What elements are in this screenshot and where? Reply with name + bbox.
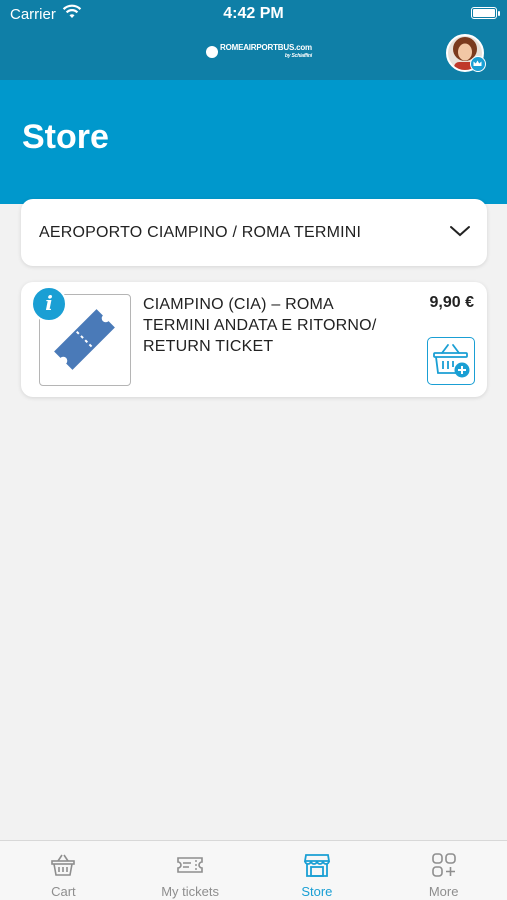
top-bar: Carrier 4:42 PM ROMEAIRPORTBUS.com by Sc… [0, 0, 507, 80]
tab-more-label: More [428, 884, 459, 899]
logo-text: ROMEAIRPORTBUS.com [220, 43, 312, 52]
add-to-cart-button[interactable] [427, 337, 475, 385]
tab-my-tickets-label: My tickets [161, 884, 220, 899]
logo-mark-icon [206, 46, 218, 58]
info-badge[interactable]: i [31, 286, 67, 322]
logo-subtext: by Schiaffini [284, 53, 312, 59]
store-icon [303, 851, 331, 879]
tab-bar: Cart My tickets Store More [0, 840, 507, 900]
tab-cart-label: Cart [51, 884, 76, 899]
product-title: CIAMPINO (CIA) – ROMA TERMINI ANDATA E R… [143, 296, 377, 355]
page-title: Store [22, 118, 109, 156]
basket-icon [49, 851, 77, 879]
tab-store-label: Store [301, 884, 333, 899]
route-dropdown-value: AEROPORTO CIAMPINO / ROMA TERMINI [39, 224, 362, 241]
premium-crown-icon [470, 56, 486, 72]
chevron-down-icon [449, 223, 471, 244]
tab-cart[interactable]: Cart [0, 841, 127, 900]
status-bar: Carrier 4:42 PM [0, 0, 507, 28]
basket-plus-icon [433, 344, 470, 378]
user-avatar[interactable] [446, 34, 486, 72]
clock: 4:42 PM [223, 5, 284, 22]
tab-more[interactable]: More [380, 841, 507, 900]
battery-icon [471, 7, 500, 19]
info-icon: i [45, 291, 53, 315]
app-logo: ROMEAIRPORTBUS.com by Schiaffini [206, 42, 312, 62]
product-card[interactable]: i CIAMPINO (CIA) – ROMA TERMINI ANDATA E… [21, 282, 487, 397]
page-header: Store [0, 80, 507, 204]
tab-store[interactable]: Store [254, 841, 381, 900]
product-price: 9,90 € [429, 294, 474, 311]
ticket-icon [176, 851, 204, 879]
tab-my-tickets[interactable]: My tickets [127, 841, 254, 900]
route-dropdown[interactable]: AEROPORTO CIAMPINO / ROMA TERMINI [21, 199, 487, 266]
more-grid-icon [430, 851, 458, 879]
